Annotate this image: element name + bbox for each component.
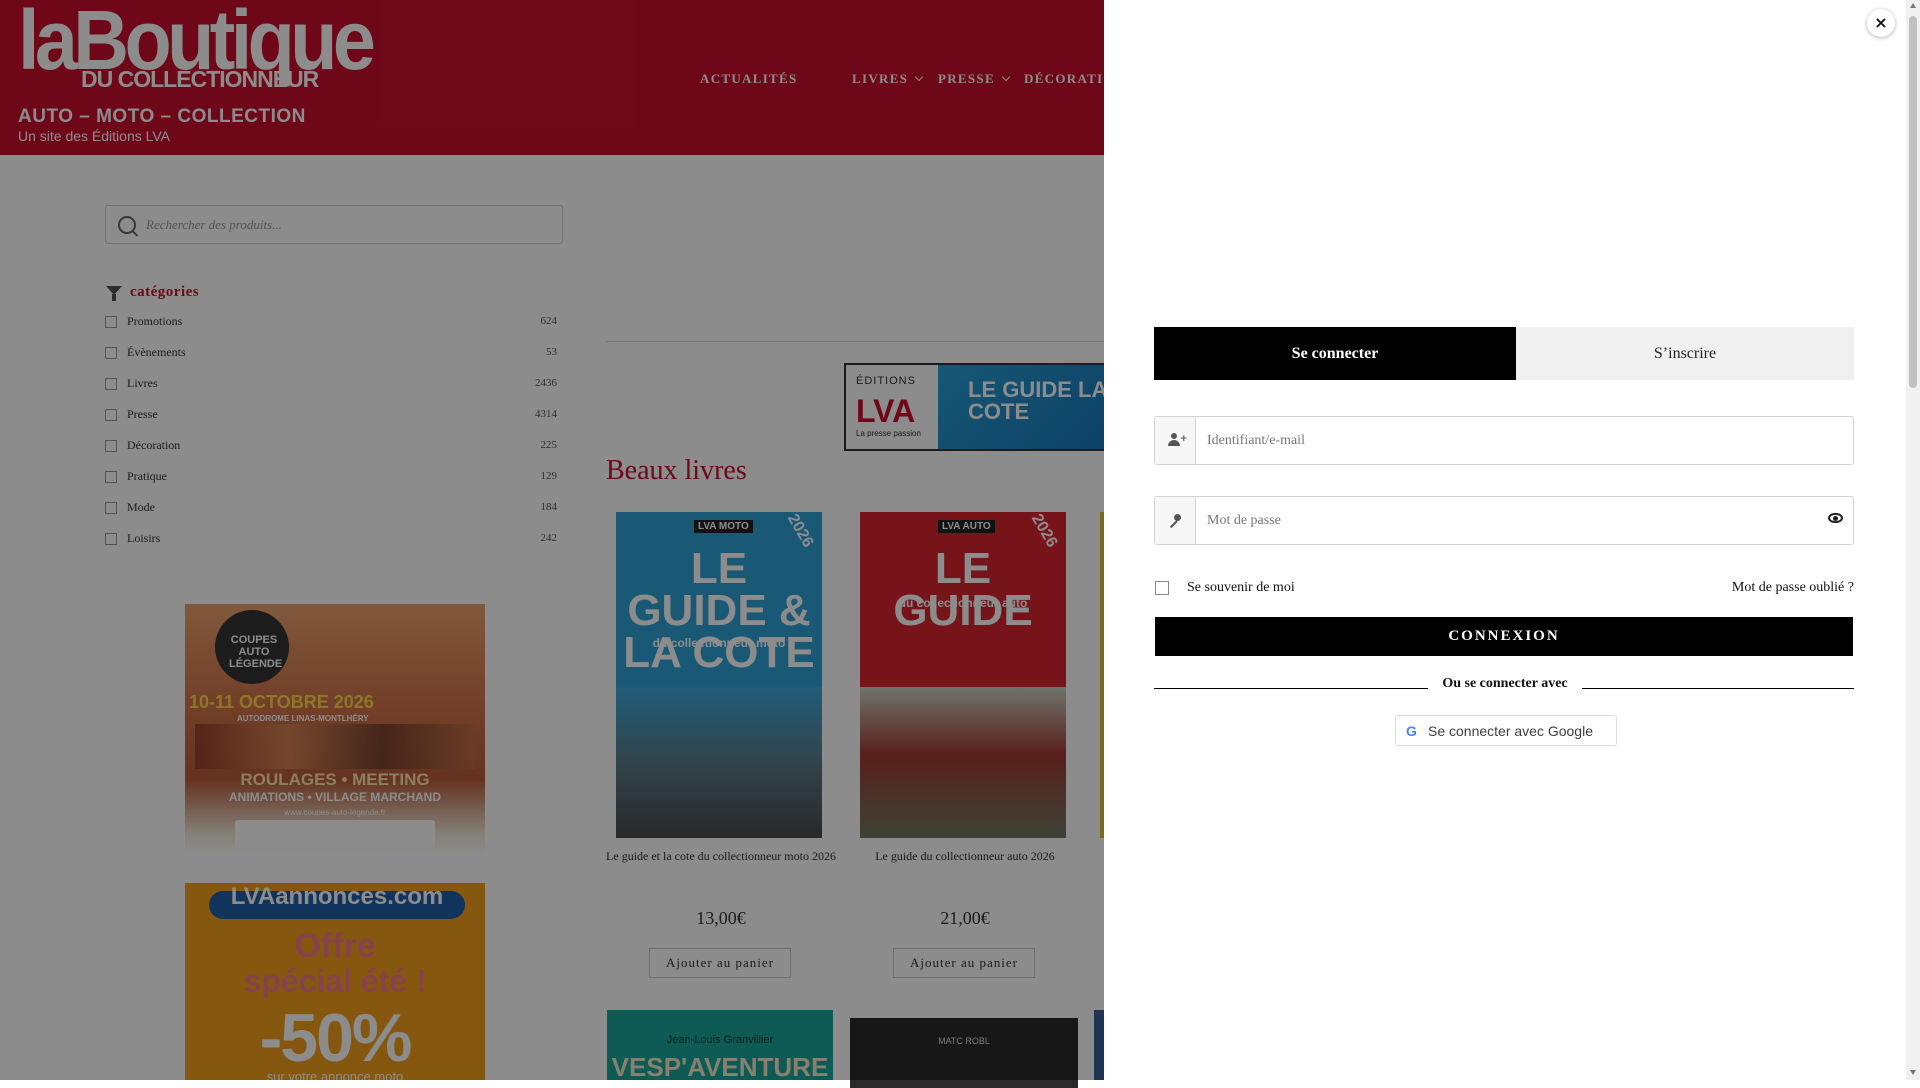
divider-right xyxy=(1582,688,1854,689)
close-button[interactable]: × xyxy=(1867,9,1895,37)
scrollbar-thumb[interactable] xyxy=(1909,16,1917,388)
show-password-eye-icon[interactable] xyxy=(1828,513,1843,523)
login-submit-button[interactable]: CONNEXION xyxy=(1155,617,1853,656)
google-icon: G xyxy=(1406,723,1417,739)
social-login-divider-text: Ou se connecter avec xyxy=(1442,676,1568,691)
google-login-label: Se connecter avec Google xyxy=(1428,723,1593,739)
tab-login[interactable]: Se connecter xyxy=(1154,327,1516,380)
password-input[interactable] xyxy=(1207,497,1807,544)
password-field xyxy=(1154,496,1854,545)
forgot-password-link[interactable]: Mot de passe oublié ? xyxy=(1670,580,1854,596)
username-field: + xyxy=(1154,416,1854,465)
modal-backdrop[interactable] xyxy=(0,0,1104,1080)
google-login-button[interactable]: G Se connecter avec Google xyxy=(1395,715,1617,746)
scroll-up-icon[interactable] xyxy=(1910,3,1916,8)
tab-register[interactable]: S’inscrire xyxy=(1516,327,1854,380)
remember-me-label[interactable]: Se souvenir de moi xyxy=(1187,580,1295,596)
divider-left xyxy=(1154,688,1428,689)
scroll-down-icon[interactable] xyxy=(1910,1070,1916,1075)
username-input[interactable] xyxy=(1207,417,1807,464)
scrollbar[interactable] xyxy=(1906,0,1920,1080)
password-icon-box xyxy=(1155,497,1196,544)
username-icon-box: + xyxy=(1155,417,1196,464)
remember-me-checkbox[interactable] xyxy=(1155,581,1169,595)
